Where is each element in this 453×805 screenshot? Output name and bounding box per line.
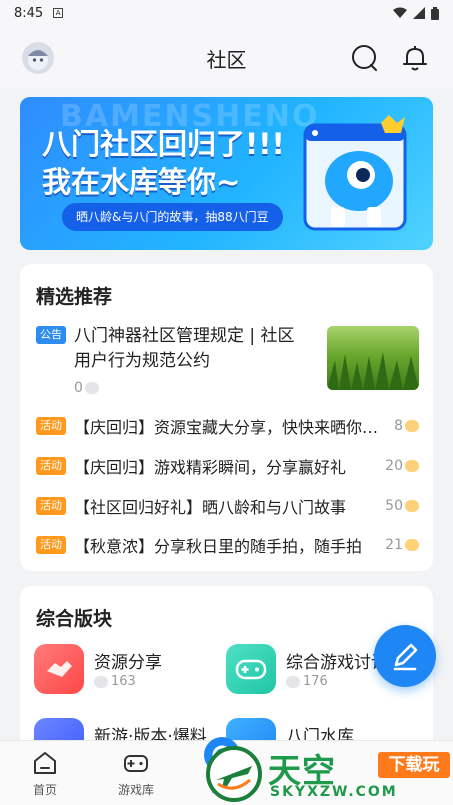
nav-home[interactable]: 首页 <box>15 749 75 798</box>
wifi-icon <box>393 7 407 18</box>
post-title: 八门神器社区管理规定 | 社区用户行为规范公约 <box>74 326 295 371</box>
post-row[interactable]: 活动 【庆回归】资源宝藏大分享，快快来晒你的宝藏资源 8 <box>36 413 419 439</box>
site-watermark: 天空 下载玩 SKYXZW.COM <box>206 742 453 805</box>
grass-image <box>327 352 419 390</box>
top-app-bar: 社区 <box>0 26 453 88</box>
watermark-badge: 下载玩 <box>378 752 450 778</box>
signal-icon <box>413 7 425 19</box>
post-title: 【社区回归好礼】晒八龄和与八门故事 <box>74 498 347 517</box>
pencil-icon <box>393 643 418 671</box>
post-comment-count: 50 <box>379 498 419 514</box>
featured-card: 精选推荐 公告 八门神器社区管理规定 | 社区用户行为规范公约 0 活动 【庆回… <box>20 264 433 571</box>
message-icon[interactable] <box>351 44 379 72</box>
gamepad-icon <box>124 755 148 772</box>
comment-count-value: 21 <box>385 537 403 553</box>
section-count-value: 163 <box>111 674 136 689</box>
post-row[interactable]: 活动 【秋意浓】分享秋日里的随手拍，随手拍 21 <box>36 532 419 558</box>
post-tag: 活动 <box>36 457 66 475</box>
nav-games-label: 游戏库 <box>117 783 154 797</box>
post-comment-count: 21 <box>379 537 419 553</box>
home-icon <box>34 752 56 774</box>
post-tag: 公告 <box>36 326 66 344</box>
promo-banner[interactable]: BAMENSHENQ 八门社区回归了!!! 我在水库等你~ 晒八龄&与八门的故事… <box>20 97 433 250</box>
comment-icon <box>405 539 419 551</box>
status-time: 8:45 <box>14 5 44 21</box>
post-title: 【庆回归】游戏精彩瞬间，分享赢好礼 <box>74 458 347 477</box>
post-comment-count: 8 <box>379 418 419 434</box>
watermark-url: SKYXZW.COM <box>270 784 398 800</box>
status-bar: 8:45 A <box>0 0 453 26</box>
gamepad-icon <box>226 644 276 694</box>
comment-count-value: 20 <box>385 458 403 474</box>
post-title: 【秋意浓】分享秋日里的随手拍，随手拍 <box>74 537 363 556</box>
banner-subheadline: 我在水库等你~ <box>42 165 241 199</box>
featured-title: 精选推荐 <box>36 286 113 308</box>
section-count: 176 <box>286 674 328 689</box>
sections-card: 综合版块 资源分享 163 综合游戏讨论 176 新游·版本·爆料 八门水库 <box>20 586 433 768</box>
comment-icon <box>286 675 300 688</box>
banner-headline: 八门社区回归了!!! <box>42 127 285 161</box>
section-resource-share[interactable]: 资源分享 163 <box>34 644 224 698</box>
post-tag: 活动 <box>36 536 66 554</box>
nav-game-library[interactable]: 游戏库 <box>106 749 166 798</box>
comment-icon <box>84 382 99 394</box>
handshake-icon <box>34 644 84 694</box>
post-comment-count: 20 <box>379 458 419 474</box>
post-thumbnail <box>327 326 419 390</box>
comment-count-value: 8 <box>394 418 403 434</box>
section-name: 资源分享 <box>94 653 162 673</box>
mascot-illustration <box>303 115 407 231</box>
post-row[interactable]: 活动 【社区回归好礼】晒八龄和与八门故事 50 <box>36 493 419 519</box>
post-tag: 活动 <box>36 497 66 515</box>
sections-title: 综合版块 <box>36 608 113 630</box>
status-icons <box>393 6 439 20</box>
section-name: 综合游戏讨论 <box>286 653 388 673</box>
post-comment-count: 0 <box>74 380 99 396</box>
post-title: 【庆回归】资源宝藏大分享，快快来晒你的宝藏资源 <box>74 418 379 437</box>
bell-icon[interactable] <box>401 44 429 72</box>
comment-icon <box>405 500 419 512</box>
comment-count-value: 50 <box>385 498 403 514</box>
section-count-value: 176 <box>303 674 328 689</box>
post-tag: 活动 <box>36 417 66 435</box>
sim-icon: A <box>53 8 64 18</box>
plane-icon <box>216 766 252 790</box>
comment-icon <box>405 460 419 472</box>
banner-pill: 晒八龄&与八门的故事，抽88八门豆 <box>62 203 283 231</box>
page-title: 社区 <box>206 48 247 72</box>
nav-home-label: 首页 <box>32 783 57 797</box>
watermark-logo <box>206 746 262 802</box>
comment-icon <box>405 420 419 432</box>
comment-count-value: 0 <box>74 380 83 396</box>
section-count: 163 <box>94 674 136 689</box>
pinned-post[interactable]: 公告 八门神器社区管理规定 | 社区用户行为规范公约 0 <box>36 324 419 398</box>
battery-icon <box>431 6 439 20</box>
comment-icon <box>94 675 108 688</box>
post-row[interactable]: 活动 【庆回归】游戏精彩瞬间，分享赢好礼 20 <box>36 453 419 479</box>
compose-button[interactable] <box>374 625 436 687</box>
